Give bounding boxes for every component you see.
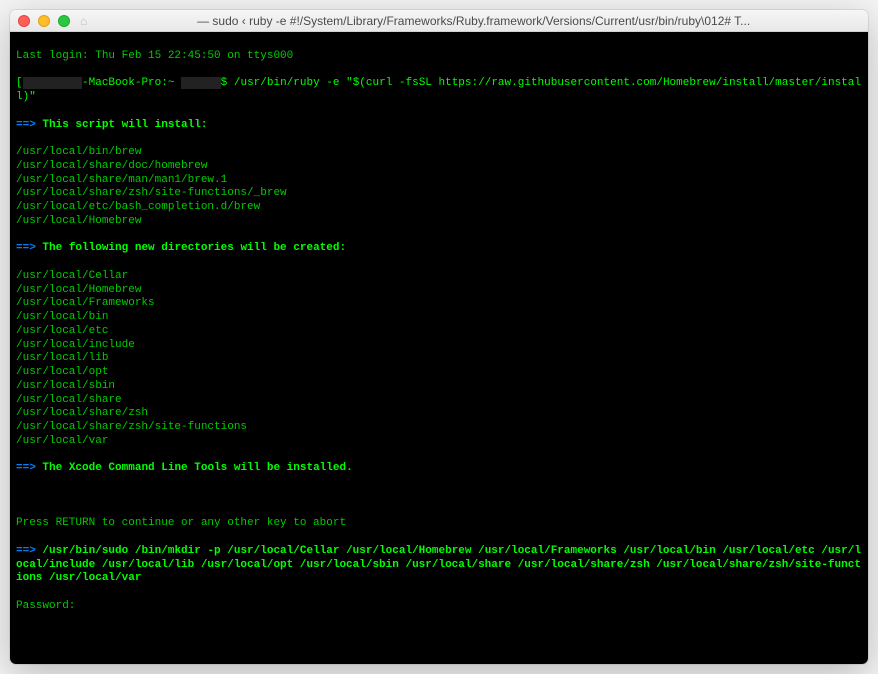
mkdir-line: ==> /usr/bin/sudo /bin/mkdir -p /usr/loc… — [16, 545, 862, 586]
path-line: /usr/local/share/zsh/site-functions — [16, 421, 862, 435]
path-line: /usr/local/lib — [16, 352, 862, 366]
proxy-icon: ⌂ — [80, 14, 87, 28]
xcode-text: The Xcode Command Line Tools will be ins… — [42, 462, 352, 474]
terminal-body[interactable]: Last login: Thu Feb 15 22:45:50 on ttys0… — [10, 32, 868, 664]
titlebar[interactable]: ⌂ — sudo ‹ ruby -e #!/System/Library/Fra… — [10, 10, 868, 32]
last-login-line: Last login: Thu Feb 15 22:45:50 on ttys0… — [16, 50, 862, 64]
path-line: /usr/local/etc — [16, 325, 862, 339]
path-line: /usr/local/var — [16, 435, 862, 449]
zoom-icon[interactable] — [58, 15, 70, 27]
xcode-header: ==> The Xcode Command Line Tools will be… — [16, 462, 862, 476]
path-line: /usr/local/Cellar — [16, 270, 862, 284]
password-prompt[interactable]: Password: — [16, 600, 862, 614]
path-line: /usr/local/share/zsh/site-functions/_bre… — [16, 187, 862, 201]
minimize-icon[interactable] — [38, 15, 50, 27]
path-line: /usr/local/share/doc/homebrew — [16, 160, 862, 174]
path-line: /usr/local/bin — [16, 311, 862, 325]
prompt-host: -MacBook-Pro:~ — [82, 77, 181, 89]
install-header-text: This script will install: — [42, 119, 207, 131]
arrow-icon: ==> — [16, 119, 36, 131]
traffic-lights — [18, 15, 70, 27]
path-line: /usr/local/Frameworks — [16, 297, 862, 311]
arrow-icon: ==> — [16, 242, 36, 254]
terminal-window: ⌂ — sudo ‹ ruby -e #!/System/Library/Fra… — [10, 10, 868, 664]
blank-line — [16, 490, 862, 504]
dir-paths-block: /usr/local/Cellar/usr/local/Homebrew/usr… — [16, 270, 862, 449]
path-line: /usr/local/share — [16, 394, 862, 408]
mkdir-cmd-text: /usr/bin/sudo /bin/mkdir -p /usr/local/C… — [16, 545, 861, 585]
path-line: /usr/local/etc/bash_completion.d/brew — [16, 201, 862, 215]
path-line: /usr/local/share/zsh — [16, 407, 862, 421]
path-line: /usr/local/bin/brew — [16, 146, 862, 160]
path-line: /usr/local/opt — [16, 366, 862, 380]
close-icon[interactable] — [18, 15, 30, 27]
newdirs-header: ==> The following new directories will b… — [16, 242, 862, 256]
arrow-icon: ==> — [16, 545, 36, 557]
newdirs-header-text: The following new directories will be cr… — [42, 242, 346, 254]
path-line: /usr/local/include — [16, 339, 862, 353]
path-line: /usr/local/Homebrew — [16, 284, 862, 298]
path-line: /usr/local/sbin — [16, 380, 862, 394]
press-return-line: Press RETURN to continue or any other ke… — [16, 517, 862, 531]
install-paths-block: /usr/local/bin/brew/usr/local/share/doc/… — [16, 146, 862, 229]
arrow-icon: ==> — [16, 462, 36, 474]
window-title: — sudo ‹ ruby -e #!/System/Library/Frame… — [87, 14, 860, 28]
path-line: /usr/local/Homebrew — [16, 215, 862, 229]
prompt-line: [xxxxxxxxx-MacBook-Pro:~ xxxxxx$ /usr/bi… — [16, 77, 862, 105]
path-line: /usr/local/share/man/man1/brew.1 — [16, 174, 862, 188]
install-header: ==> This script will install: — [16, 119, 862, 133]
